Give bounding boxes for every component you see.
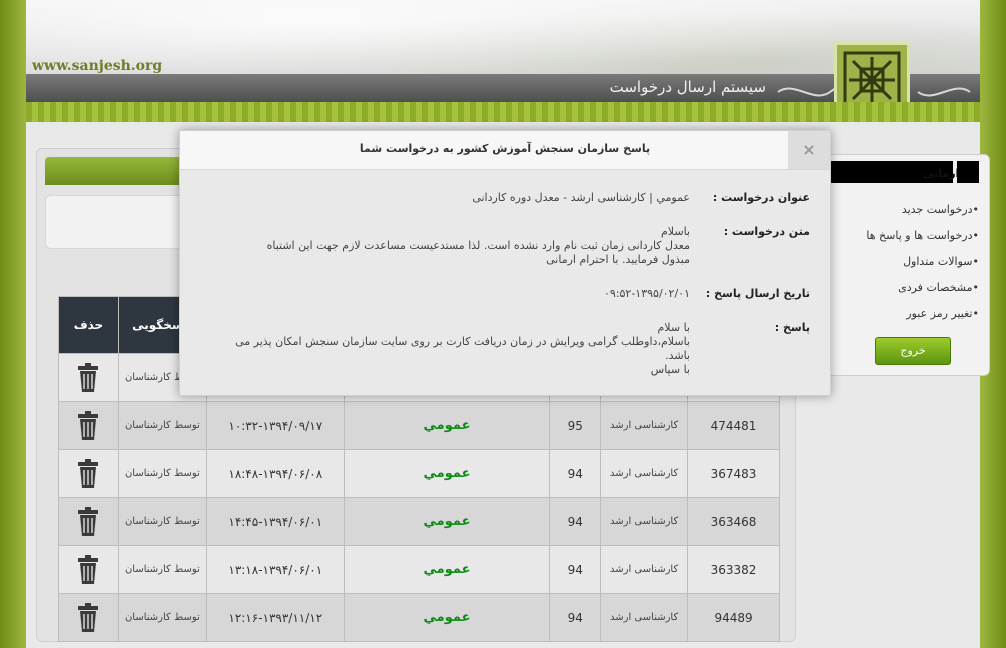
answer-label: پاسخ :: [774, 321, 810, 334]
response-modal: پاسخ سازمان سنجش آموزش کشور به درخواست ش…: [179, 130, 831, 396]
text-value: باسلام معدل کاردانی زمان ثبت نام وارد نش…: [266, 225, 690, 266]
date-label: تاریخ ارسال پاسخ :: [705, 287, 810, 300]
answer-value: با سلام باسلام،داوطلب گرامی ویرایش در زم…: [235, 321, 690, 376]
subject-label: عنوان درخواست :: [712, 191, 810, 204]
subject-value: عمومي | کارشناسی ارشد - معدل دوره کاردان…: [472, 191, 690, 204]
modal-header: پاسخ سازمان سنجش آموزش کشور به درخواست ش…: [180, 131, 830, 170]
text-label: متن درخواست :: [723, 225, 810, 238]
date-value: ۰۹:۵۲-۱۳۹۵/۰۲/۰۱: [604, 287, 690, 300]
close-icon[interactable]: ×: [788, 131, 830, 169]
modal-title: پاسخ سازمان سنجش آموزش کشور به درخواست ش…: [359, 142, 651, 155]
modal-overlay: پاسخ سازمان سنجش آموزش کشور به درخواست ش…: [0, 0, 1006, 648]
